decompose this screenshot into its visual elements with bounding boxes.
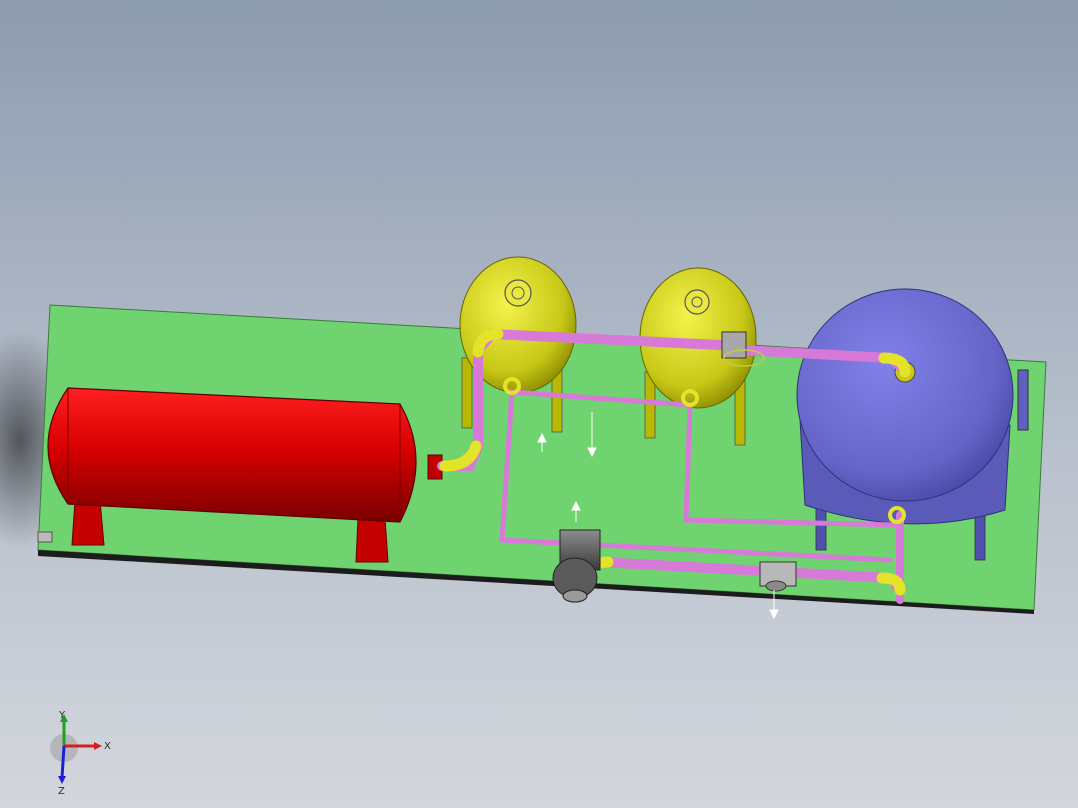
z-axis-arrow-icon <box>58 776 66 784</box>
vessel <box>796 288 1014 502</box>
manhole <box>684 289 710 315</box>
tank-body <box>47 387 417 523</box>
leg <box>461 357 473 429</box>
z-axis-label: Z <box>58 786 65 797</box>
pump-outlet <box>562 589 588 603</box>
manhole <box>504 279 532 307</box>
level-gauge <box>1017 369 1029 431</box>
x-axis-label: X <box>104 741 111 752</box>
coordinate-triad[interactable]: X Y Z <box>40 708 130 798</box>
pump[interactable] <box>552 529 601 603</box>
bolt-icon <box>37 531 53 543</box>
assembly-scene[interactable] <box>0 0 1078 808</box>
arrow-down-icon <box>769 609 779 620</box>
tank-saddle-right <box>355 517 389 563</box>
model-viewport[interactable]: X Y Z <box>0 0 1078 808</box>
valve-port <box>765 580 787 592</box>
z-axis <box>60 745 66 779</box>
tank-saddle-left <box>71 499 105 546</box>
y-axis-label: Y <box>58 710 66 721</box>
x-axis-arrow-icon <box>94 742 102 750</box>
